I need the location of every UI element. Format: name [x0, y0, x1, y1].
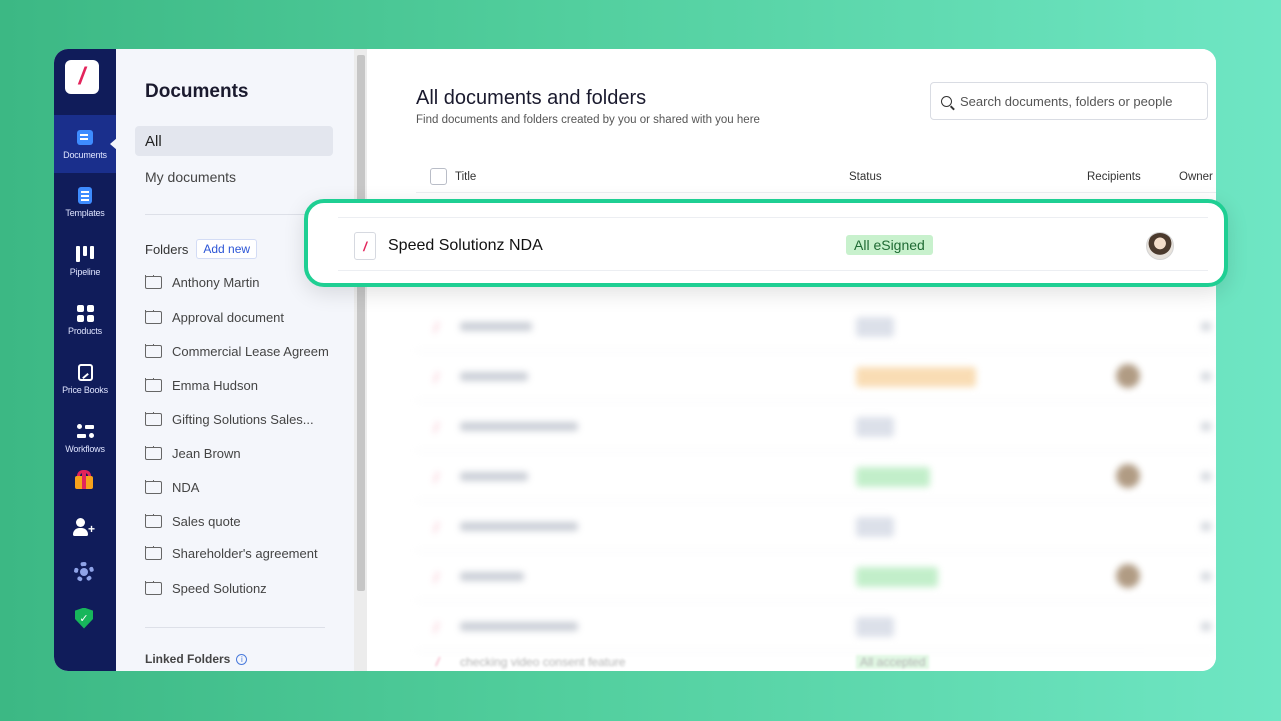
folder-name: Approval document — [172, 310, 285, 325]
nav-all[interactable]: All — [135, 126, 333, 156]
panel-divider — [145, 627, 325, 628]
rail-label-pipeline: Pipeline — [69, 267, 101, 277]
documents-icon — [76, 128, 94, 146]
folder-icon — [145, 344, 162, 358]
gift-icon[interactable] — [70, 467, 98, 493]
folder-name: Sales quote — [172, 514, 241, 529]
rail-item-price-books[interactable]: Price Books — [54, 350, 116, 408]
rail-item-pipeline[interactable]: Pipeline — [54, 232, 116, 290]
folder-name: Gifting Solutions Sales... — [172, 412, 314, 427]
folder-icon — [145, 310, 162, 324]
column-header-title[interactable]: Title — [455, 171, 476, 183]
document-icon: / — [436, 655, 440, 669]
folder-item[interactable]: NDA — [145, 480, 330, 495]
folder-icon — [145, 378, 162, 392]
table-row[interactable]: / — [416, 301, 1216, 351]
settings-gear-icon[interactable] — [70, 559, 98, 585]
main-content: All documents and folders Find documents… — [367, 49, 1216, 671]
rail-item-documents[interactable]: Documents — [54, 115, 117, 173]
search-placeholder: Search documents, folders or people — [960, 93, 1173, 109]
search-icon — [941, 95, 952, 107]
rail-label-products: Products — [68, 326, 102, 336]
folders-label: Folders — [145, 241, 189, 257]
folder-name: NDA — [172, 480, 200, 495]
info-icon[interactable]: i — [236, 653, 248, 665]
workflows-icon — [76, 422, 94, 440]
folder-item[interactable]: Commercial Lease Agreem — [145, 344, 330, 359]
folder-name: Commercial Lease Agreem — [172, 344, 329, 359]
pipeline-icon — [76, 245, 94, 263]
highlighted-row-callout: / Speed Solutionz NDA All eSigned — [304, 199, 1228, 287]
folder-name: Anthony Martin — [172, 275, 260, 290]
rail-label-workflows: Workflows — [65, 444, 105, 454]
folder-icon — [145, 480, 162, 494]
folder-icon — [145, 546, 162, 560]
folder-icon — [145, 275, 162, 289]
folder-icon — [145, 581, 162, 595]
folder-item[interactable]: Anthony Martin — [145, 275, 330, 290]
folder-name: Shareholder's agreement — [172, 546, 318, 561]
rail-item-workflows[interactable]: Workflows — [54, 409, 116, 467]
document-icon: / — [354, 232, 376, 260]
header-divider — [416, 192, 1216, 193]
folder-name: Speed Solutionz — [172, 581, 267, 596]
linked-folders-header[interactable]: Linked Folders i — [145, 652, 248, 666]
rail-item-templates[interactable]: Templates — [54, 173, 116, 231]
panel-title: Documents — [145, 81, 249, 102]
nav-rail: / Documents Templates Pipeline Products … — [54, 49, 117, 671]
add-user-icon[interactable]: + — [70, 514, 98, 540]
table-row[interactable]: / — [416, 501, 1216, 551]
column-header-status[interactable]: Status — [849, 171, 882, 183]
folder-icon — [145, 446, 162, 460]
table-row[interactable]: / — [416, 451, 1216, 501]
row-title: checking video consent feature — [460, 655, 626, 669]
table-row[interactable]: / — [416, 601, 1216, 651]
nav-my-documents[interactable]: My documents — [145, 169, 236, 185]
page-title: All documents and folders — [416, 87, 647, 109]
table-row-highlighted[interactable]: / Speed Solutionz NDA All eSigned — [338, 217, 1208, 271]
app-window: / Documents Templates Pipeline Products … — [54, 49, 1216, 671]
folders-header: Folders Add new — [145, 239, 258, 259]
folders-panel: Documents All My documents Folders Add n… — [116, 49, 388, 671]
rail-label-price-books: Price Books — [62, 385, 108, 395]
folder-item[interactable]: Gifting Solutions Sales... — [145, 412, 330, 427]
folder-name: Jean Brown — [172, 446, 241, 461]
folder-item[interactable]: Shareholder's agreement — [145, 546, 330, 561]
products-icon — [76, 304, 94, 322]
folder-item[interactable]: Speed Solutionz — [145, 581, 330, 596]
scrollbar-thumb[interactable] — [357, 55, 365, 591]
status-badge: All eSigned — [846, 235, 933, 255]
recipient-avatar[interactable] — [1146, 232, 1174, 260]
folder-icon — [145, 514, 162, 528]
table-row[interactable]: / — [416, 401, 1216, 451]
folder-name: Emma Hudson — [172, 378, 258, 393]
rail-item-products[interactable]: Products — [54, 291, 116, 349]
column-header-owner[interactable]: Owner — [1179, 171, 1213, 183]
panel-scrollbar[interactable] — [354, 49, 367, 671]
linked-folders-label: Linked Folders — [145, 652, 231, 666]
folder-icon — [145, 412, 162, 426]
add-folder-button[interactable]: Add new — [196, 239, 258, 259]
folder-item[interactable]: Approval document — [145, 310, 330, 325]
search-input[interactable]: Search documents, folders or people — [930, 82, 1208, 120]
blurred-document-rows: / / / / / / / — [367, 269, 1216, 671]
table-row[interactable]: / — [416, 551, 1216, 601]
row-title[interactable]: Speed Solutionz NDA — [388, 237, 543, 255]
rail-label-documents: Documents — [63, 150, 107, 160]
column-header-recipients[interactable]: Recipients — [1087, 171, 1141, 183]
templates-icon — [76, 186, 94, 204]
page-subtitle: Find documents and folders created by yo… — [416, 114, 760, 126]
folder-item[interactable]: Jean Brown — [145, 446, 330, 461]
logo-glyph: / — [78, 63, 86, 90]
folder-item[interactable]: Sales quote — [145, 514, 330, 529]
row-status: All accepted — [856, 655, 930, 669]
app-logo[interactable]: / — [65, 60, 99, 94]
select-all-checkbox[interactable] — [430, 168, 447, 185]
price-books-icon — [76, 363, 94, 381]
rail-label-templates: Templates — [65, 208, 105, 218]
folder-item[interactable]: Emma Hudson — [145, 378, 330, 393]
panel-divider — [145, 214, 325, 215]
security-shield-icon[interactable]: ✓ — [70, 605, 98, 631]
table-row[interactable]: / — [416, 351, 1216, 401]
